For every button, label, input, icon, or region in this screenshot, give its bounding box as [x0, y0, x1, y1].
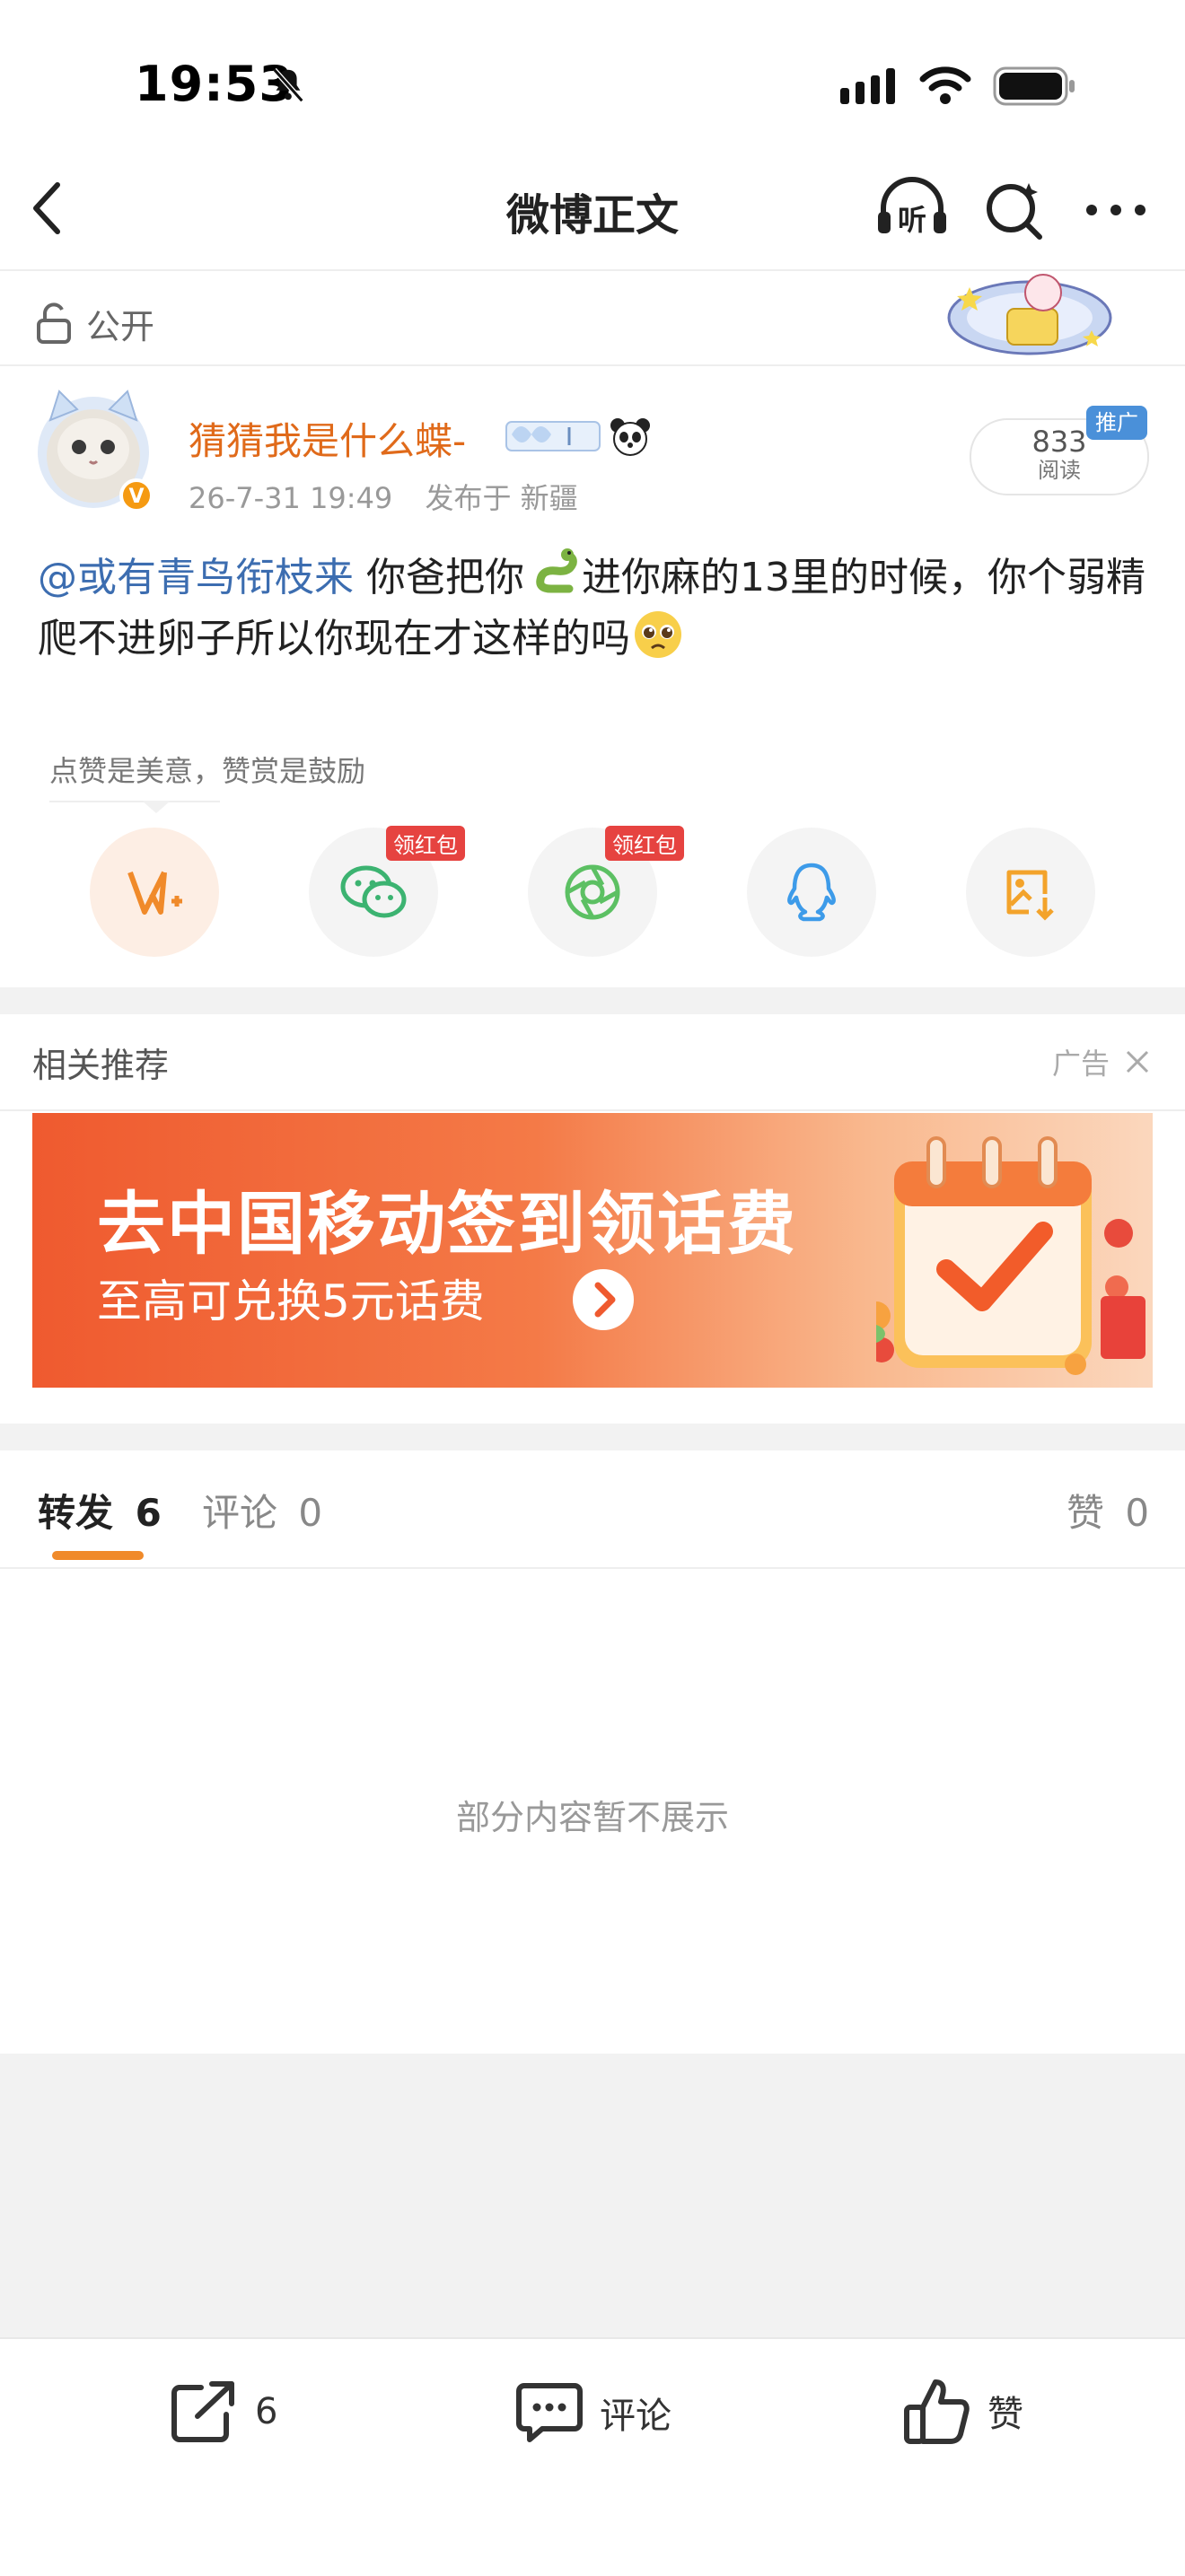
red-packet-badge: 领红包	[386, 826, 465, 861]
tab-repost-label: 转发	[38, 1491, 114, 1535]
active-tab-indicator	[52, 1551, 144, 1560]
snake-emoji-icon	[526, 546, 580, 600]
more-button[interactable]	[1084, 203, 1147, 217]
reward-button[interactable]	[90, 828, 219, 957]
section-separator	[0, 1424, 1185, 1450]
empty-message: 部分内容暂不展示	[455, 1798, 729, 1837]
thumbs-up-icon	[903, 2377, 971, 2445]
comment-button[interactable]: 评论	[515, 2380, 672, 2445]
footer-filler	[0, 2054, 1185, 2337]
reads-label: 阅读	[1038, 458, 1081, 483]
avatar[interactable]: V	[32, 384, 167, 519]
tab-like-count: 0	[1125, 1491, 1150, 1535]
save-image-icon	[1004, 863, 1058, 921]
wifi-icon	[919, 65, 971, 104]
visibility-row: 公开	[36, 287, 154, 359]
like-button[interactable]: 赞	[903, 2377, 1023, 2445]
row-divider	[0, 364, 1185, 366]
bottom-action-bar: 6 评论 赞	[0, 2337, 1185, 2576]
post-content: @或有青鸟衔枝来 你爸把你 进你麻的13里的时候，你个弱精爬不进卵子所以你现在才…	[38, 546, 1151, 670]
tab-comment-label: 评论	[202, 1491, 278, 1535]
battery-icon	[993, 66, 1077, 106]
tab-comment-count: 0	[298, 1491, 323, 1535]
sticker-decoration	[944, 266, 1115, 359]
butterfly-badge-icon	[499, 415, 605, 456]
tab-like[interactable]: 赞 0	[1066, 1483, 1149, 1538]
panda-badge-icon	[609, 416, 652, 456]
search-button[interactable]	[982, 178, 1045, 241]
qq-icon	[786, 862, 838, 923]
pleading-face-emoji-icon	[632, 609, 684, 661]
banner-subtitle: 至高可兑换5元话费	[97, 1275, 485, 1327]
listen-button[interactable]: 听	[874, 176, 950, 241]
post-location: 发布于 新疆	[425, 481, 578, 515]
visibility-label: 公开	[86, 306, 155, 346]
close-ad-icon[interactable]	[1124, 1048, 1151, 1075]
promo-tag: 推广	[1086, 406, 1147, 440]
reward-v-icon	[125, 867, 184, 917]
username[interactable]: 猜猜我是什么蝶-	[189, 411, 466, 466]
comment-label: 评论	[600, 2396, 672, 2437]
tip-pointer	[142, 801, 171, 813]
ad-banner[interactable]: 去中国移动签到领话费 至高可兑换5元话费	[32, 1113, 1153, 1388]
mention-link[interactable]: @或有青鸟衔枝来	[38, 555, 354, 600]
repost-button[interactable]: 6	[169, 2379, 277, 2445]
banner-arrow-icon	[571, 1267, 636, 1332]
unlock-icon	[36, 302, 72, 344]
like-label: 赞	[988, 2394, 1023, 2435]
tab-repost-count: 6	[135, 1491, 162, 1535]
recommend-title: 相关推荐	[32, 1046, 170, 1085]
red-packet-badge: 领红包	[605, 826, 684, 861]
tab-repost[interactable]: 转发 6	[38, 1483, 162, 1538]
post-date: 26-7-31 19:49	[189, 481, 393, 515]
svg-text:听: 听	[898, 203, 926, 237]
recommend-divider	[0, 1109, 1185, 1111]
banner-title: 去中国移动签到领话费	[97, 1184, 797, 1264]
save-image-button[interactable]	[966, 828, 1095, 957]
bell-muted-icon	[268, 65, 309, 106]
tab-like-label: 赞	[1066, 1491, 1105, 1535]
share-qq-button[interactable]	[747, 828, 876, 957]
svg-text:V: V	[128, 486, 144, 508]
ad-label: 广告	[1052, 1047, 1110, 1081]
reward-tip: 点赞是美意，赞赏是鼓励	[49, 754, 366, 788]
calendar-illustration-icon	[876, 1126, 1146, 1386]
tip-divider	[49, 801, 220, 802]
comment-icon	[515, 2380, 584, 2445]
post-meta: 26-7-31 19:49 发布于 新疆	[189, 476, 601, 517]
cellular-signal-icon	[840, 68, 900, 106]
repost-count: 6	[255, 2391, 278, 2432]
tabs-divider	[0, 1567, 1185, 1569]
repost-icon	[169, 2379, 239, 2445]
wechat-icon	[339, 863, 408, 921]
moments-icon	[562, 862, 623, 923]
tab-comment[interactable]: 评论 0	[202, 1483, 322, 1538]
post-text-part1: 你爸把你	[354, 555, 524, 600]
section-separator	[0, 987, 1185, 1014]
